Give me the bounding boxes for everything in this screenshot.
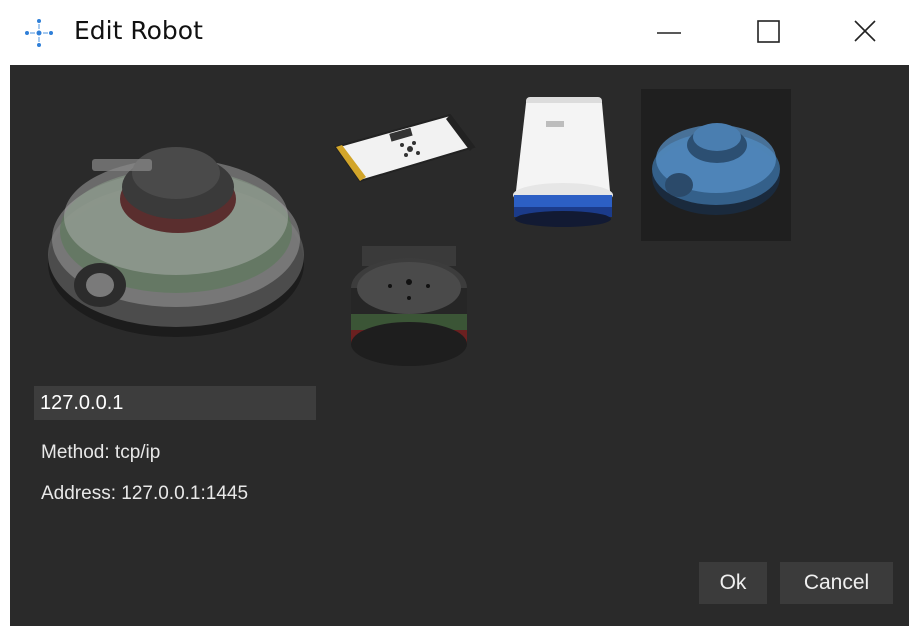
robot-thumbnail-round-base[interactable]	[340, 242, 478, 382]
window-title: Edit Robot	[74, 16, 203, 45]
robot-thumbnail-turtlebot[interactable]	[36, 113, 318, 349]
maximize-button[interactable]	[724, 0, 814, 62]
method-label: Method: tcp/ip	[41, 442, 161, 463]
robot-thumbnail-turtlebot-selected[interactable]	[641, 89, 791, 241]
minimize-button[interactable]	[624, 0, 714, 62]
title-bar: Edit Robot	[0, 0, 909, 65]
address-label: Address: 127.0.0.1:1445	[41, 483, 249, 504]
robot-crosshair-icon	[22, 16, 56, 50]
cancel-button[interactable]: Cancel	[780, 562, 893, 604]
maximize-icon	[757, 20, 780, 43]
minimize-icon	[657, 32, 681, 34]
close-icon	[854, 20, 876, 42]
ip-address-input[interactable]	[34, 386, 316, 420]
robot-thumbnail-controller-board[interactable]	[330, 107, 480, 187]
robot-thumbnail-white-tower[interactable]	[504, 91, 622, 231]
ok-button[interactable]: Ok	[699, 562, 767, 604]
dialog-content: Method: tcp/ip Address: 127.0.0.1:1445 O…	[10, 65, 909, 626]
close-button[interactable]	[820, 0, 909, 62]
